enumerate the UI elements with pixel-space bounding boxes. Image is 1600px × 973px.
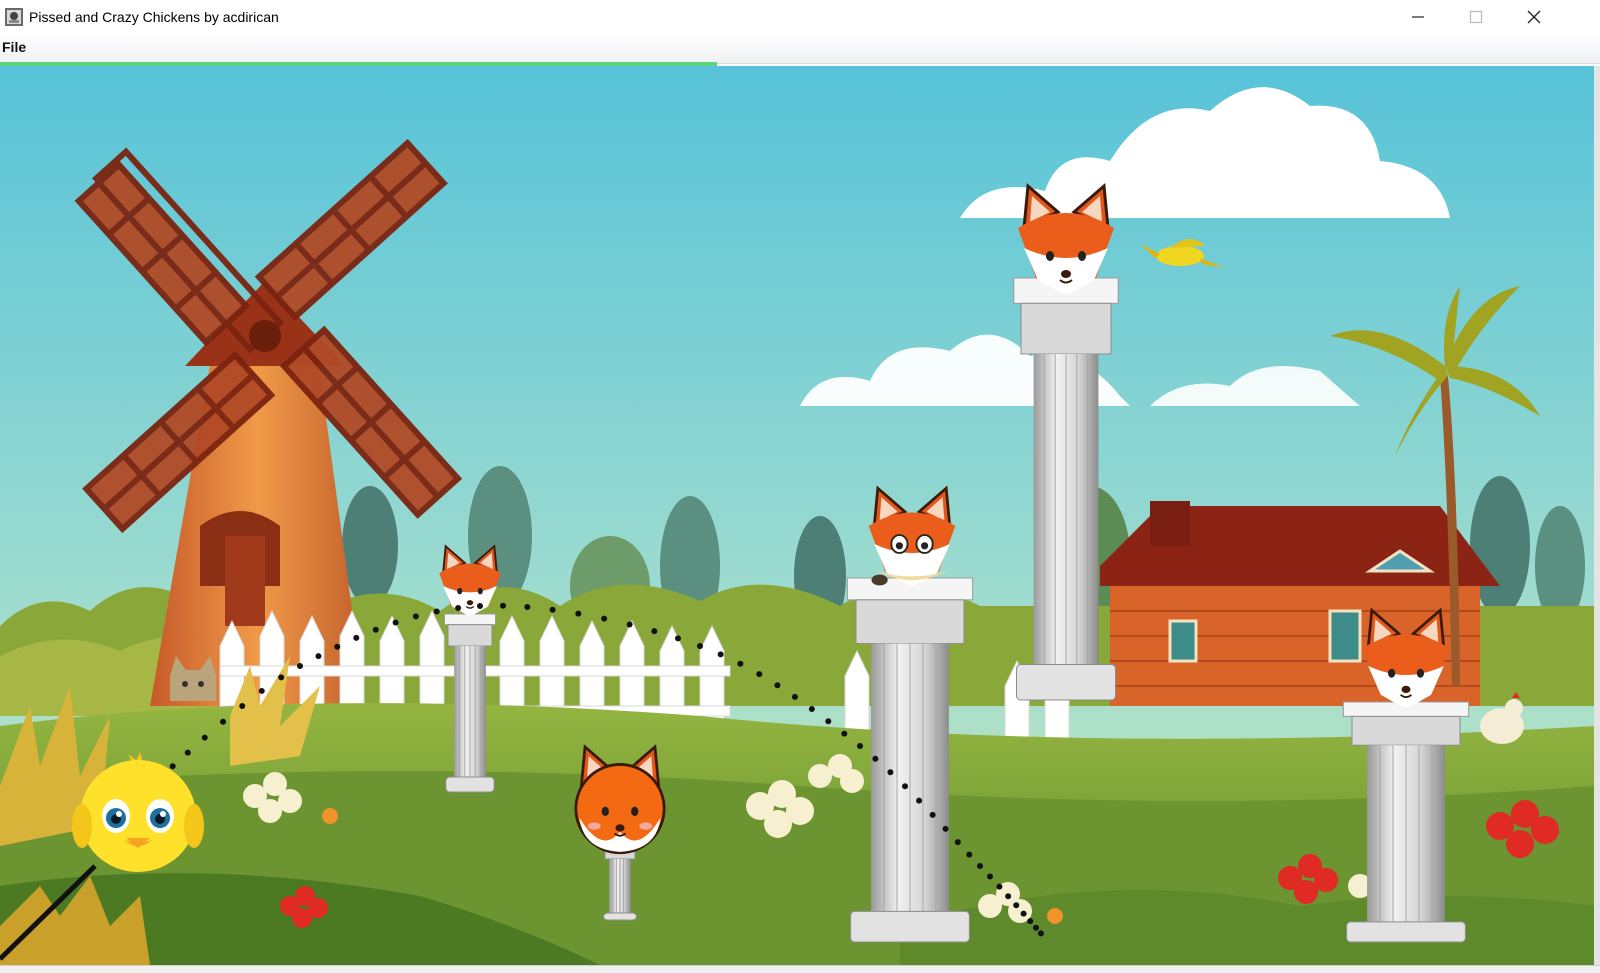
trajectory-dot	[169, 763, 176, 770]
trajectory-dot	[1020, 910, 1027, 917]
trajectory-dot	[774, 682, 781, 689]
red-barn-house	[1100, 501, 1500, 706]
window-right-edge	[1594, 66, 1600, 965]
trajectory-dot	[575, 610, 582, 617]
trajectory-dot	[433, 608, 440, 615]
trajectory-dot	[986, 873, 993, 880]
trajectory-dot	[942, 825, 949, 832]
trajectory-dot	[717, 651, 724, 658]
menu-bar: File	[0, 34, 1600, 64]
trajectory-dot	[315, 653, 322, 660]
trajectory-dot	[258, 687, 265, 694]
trajectory-dot	[372, 626, 379, 633]
trajectory-dot	[220, 718, 227, 725]
trajectory-dot	[477, 603, 483, 609]
trajectory-dot	[392, 619, 399, 626]
trajectory-dot	[977, 863, 983, 869]
trajectory-dot	[674, 635, 681, 642]
window-title: Pissed and Crazy Chickens by acdirican	[29, 9, 279, 25]
close-button[interactable]	[1505, 0, 1563, 34]
trajectory-dot	[791, 693, 798, 700]
trajectory-dot	[626, 621, 633, 628]
trajectory-dot	[966, 851, 973, 858]
trajectory-dot	[1037, 930, 1044, 937]
trajectory-dot	[500, 602, 507, 609]
trajectory-dot	[353, 634, 360, 641]
trajectory-dot	[239, 703, 246, 709]
trajectory-dot	[651, 628, 658, 635]
trajectory-dot	[996, 883, 1003, 890]
minimize-icon	[1412, 16, 1424, 18]
trajectory-dot	[808, 705, 815, 712]
trajectory-dot	[278, 674, 285, 681]
trajectory-dot	[201, 734, 208, 741]
trajectory-dot	[872, 755, 879, 762]
trajectory-dot	[756, 671, 763, 678]
trajectory-dot	[601, 615, 608, 622]
trajectory-dot	[1027, 918, 1034, 925]
trajectory-dot	[1005, 893, 1012, 900]
trajectory-dot	[297, 663, 303, 669]
trajectory-dot	[841, 730, 848, 737]
maximize-button[interactable]	[1447, 0, 1505, 34]
close-icon	[1527, 10, 1541, 24]
trajectory-dot	[549, 606, 556, 613]
trajectory-dot	[902, 783, 908, 790]
game-canvas[interactable]	[0, 66, 1594, 965]
trajectory-dot	[334, 643, 341, 650]
minimize-button[interactable]	[1389, 0, 1447, 34]
trajectory-dot	[857, 743, 863, 749]
title-bar: Pissed and Crazy Chickens by acdirican	[0, 0, 1600, 34]
trajectory-dot	[929, 811, 936, 818]
trajectory-dot	[916, 797, 923, 804]
trajectory-dot	[524, 604, 531, 611]
trajectory-dot	[184, 749, 191, 756]
chicken-app-icon	[5, 8, 23, 26]
trajectory-dot	[887, 769, 894, 776]
menu-file[interactable]: File	[2, 39, 26, 55]
trajectory-dot	[455, 604, 462, 611]
maximize-icon	[1469, 10, 1483, 24]
trajectory-dot	[697, 643, 703, 649]
trajectory-dot	[954, 839, 961, 846]
trajectory-dot	[1032, 924, 1039, 931]
trajectory-dot	[1013, 902, 1020, 909]
trajectory-dot	[412, 613, 419, 620]
trajectory-dot	[737, 660, 744, 667]
trajectory-dot	[825, 718, 832, 725]
